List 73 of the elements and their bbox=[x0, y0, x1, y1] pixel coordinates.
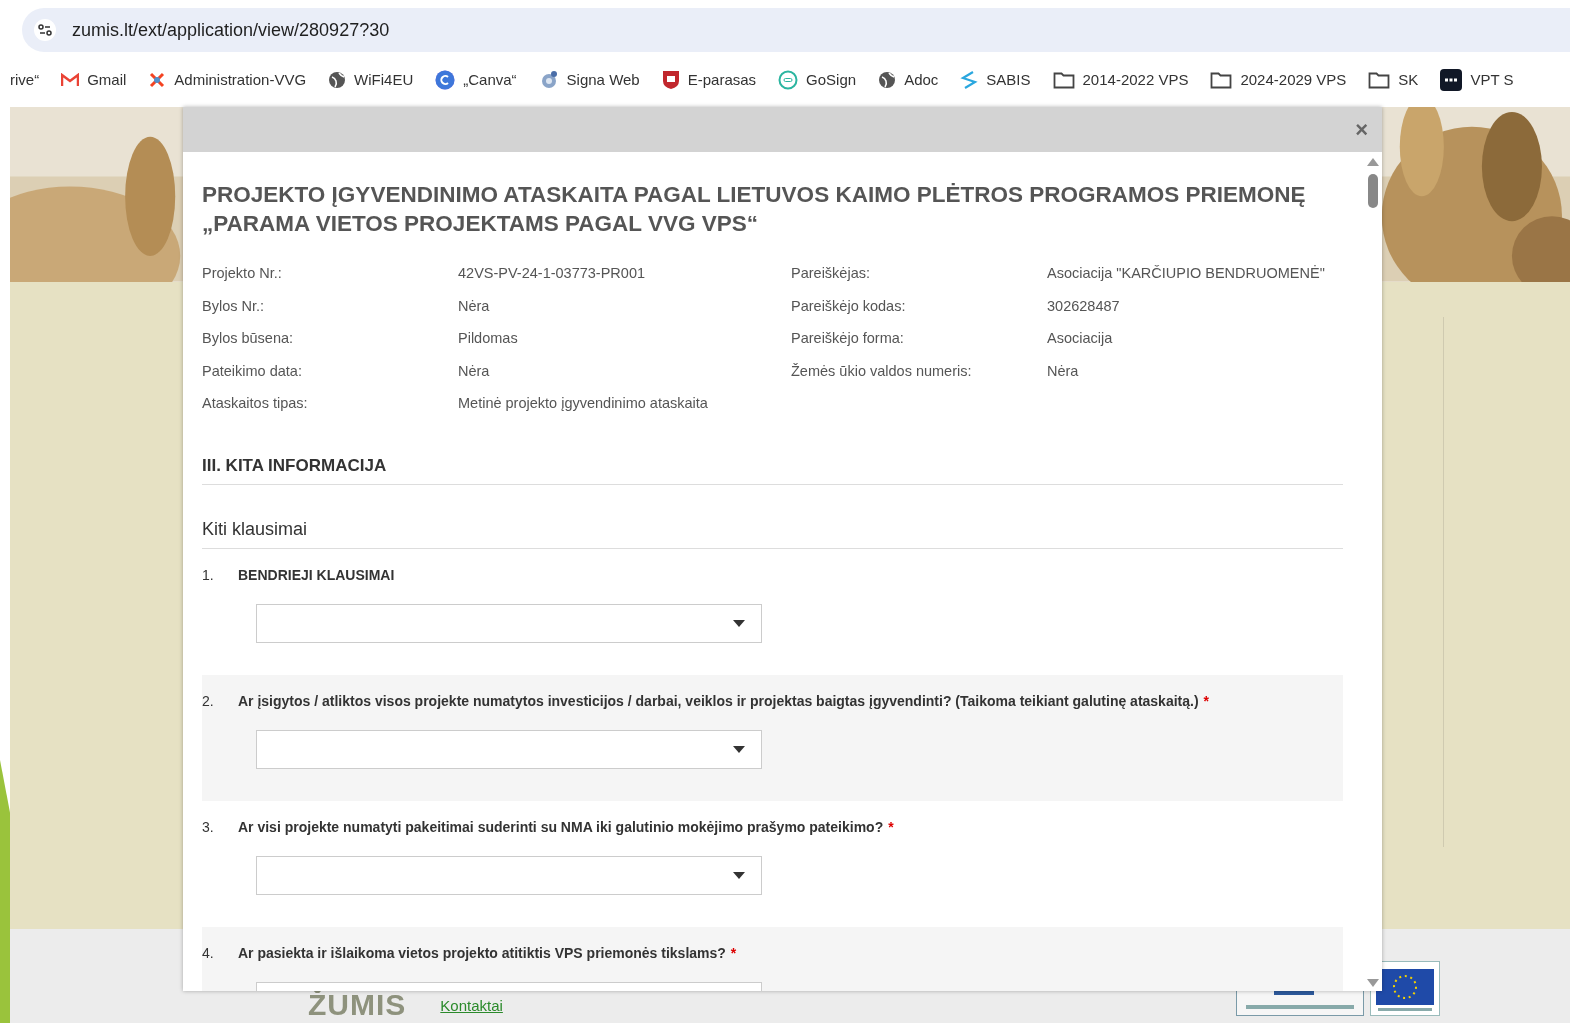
caret-icon bbox=[733, 745, 745, 753]
mail-icon bbox=[61, 72, 80, 87]
bookmark[interactable]: SABIS bbox=[960, 69, 1031, 90]
bookmark[interactable]: 2014-2022 VPS bbox=[1052, 70, 1189, 89]
bookmark[interactable]: VPT S bbox=[1440, 68, 1514, 91]
folder-icon bbox=[1210, 70, 1233, 89]
bookmark[interactable]: „Canva“ bbox=[435, 69, 517, 90]
sso-icon bbox=[1440, 68, 1463, 91]
site-settings-icon[interactable] bbox=[34, 19, 56, 41]
close-button[interactable]: × bbox=[1355, 119, 1368, 140]
question-text: Ar įsigytos / atliktos visos projekte numatytos investicijos / darbai, veiklos ir projektas baigtas įgyvendinti? (Taikoma teikiant galutinę ataskaitą.) bbox=[238, 692, 1199, 709]
scroll-down-icon[interactable] bbox=[1366, 979, 1379, 987]
bookmark[interactable]: SK bbox=[1368, 70, 1419, 89]
dropdown[interactable] bbox=[256, 603, 762, 643]
bookmark[interactable]: WiFi4EU bbox=[328, 70, 414, 89]
bookmark[interactable]: E-parasas bbox=[661, 69, 757, 90]
field-label: Bylos būsena: bbox=[202, 329, 295, 348]
field-label: Žemės ūkio valdos numeris: bbox=[791, 361, 973, 381]
question-text: Ar visi projekte numatyti pakeitimai suderinti su NMA iki galutinio mokėjimo prašymo pateikimo? bbox=[238, 818, 884, 835]
logo-text: ŽUMIS bbox=[308, 987, 407, 1023]
field-value: 302628487 bbox=[1047, 296, 1121, 316]
field-value: Pildomas bbox=[458, 329, 519, 348]
folder-icon bbox=[1052, 70, 1075, 89]
field-label: Pareiškėjo forma: bbox=[791, 329, 905, 348]
swirl-icon bbox=[960, 69, 979, 90]
field-label: Pareiškėjas: bbox=[791, 264, 871, 283]
field-value: Metinė projekto įgyvendinimo ataskaita bbox=[458, 394, 709, 413]
subsection-heading: Kiti klausimai bbox=[202, 518, 1343, 549]
caret-icon bbox=[733, 619, 745, 627]
dropdown[interactable] bbox=[256, 729, 762, 769]
scroll-thumb[interactable] bbox=[1367, 174, 1378, 208]
field-value: Asociacija bbox=[1047, 329, 1114, 348]
required-mark: * bbox=[888, 818, 894, 835]
globe-icon bbox=[878, 70, 897, 89]
field-label: Pateikimo data: bbox=[202, 361, 303, 381]
question-number: 2. bbox=[202, 692, 215, 709]
folder-icon bbox=[1368, 70, 1391, 89]
field-label: Bylos Nr.: bbox=[202, 296, 266, 316]
dropdown[interactable] bbox=[256, 855, 762, 895]
required-mark: * bbox=[1203, 692, 1210, 709]
url-text: zumis.lt/ext/application/view/280927?30 bbox=[72, 19, 390, 41]
contacts-link[interactable]: Kontaktai bbox=[440, 997, 503, 1014]
scroll-up-icon[interactable] bbox=[1366, 158, 1379, 166]
field-value: Nėra bbox=[1047, 361, 1080, 381]
bookmark[interactable]: GoSign bbox=[778, 69, 857, 90]
cross-icon bbox=[148, 70, 167, 89]
question-number: 1. bbox=[202, 566, 215, 583]
question-text: Ar pasiekta ir išlaikoma vietos projekto atitiktis VPS priemonės tikslams? bbox=[238, 944, 726, 961]
ring-icon bbox=[778, 69, 799, 90]
field-value: Nėra bbox=[458, 361, 491, 381]
field-value: 42VS-PV-24-1-03773-PR001 bbox=[458, 264, 646, 283]
bookmark[interactable]: Signa Web bbox=[538, 69, 640, 90]
question-number: 4. bbox=[202, 944, 215, 961]
field-value: Nėra bbox=[458, 296, 491, 316]
field-value: Asociacija "KARČIUPIO BENDRUOMENĖ" bbox=[1047, 264, 1326, 283]
question-number: 3. bbox=[202, 818, 215, 835]
required-mark: * bbox=[730, 944, 737, 961]
shield-icon bbox=[661, 69, 680, 90]
field-label: Projekto Nr.: bbox=[202, 264, 283, 283]
bookmark[interactable]: Adoc bbox=[878, 70, 939, 89]
field-label: Ataskaitos tipas: bbox=[202, 394, 309, 413]
c-circle-icon bbox=[435, 69, 456, 90]
caret-icon bbox=[733, 871, 745, 879]
field-label: Pareiškėjo kodas: bbox=[791, 296, 907, 316]
bookmark[interactable]: Administration-VVG bbox=[148, 70, 307, 89]
bookmark[interactable]: 2024-2029 VPS bbox=[1210, 70, 1347, 89]
bookmark[interactable]: rive“ bbox=[10, 71, 40, 88]
section-heading: III. KITA INFORMACIJA bbox=[202, 455, 1343, 485]
dialog-title: PROJEKTO ĮGYVENDINIMO ATASKAITA PAGAL LIETUVOS KAIMO PLĖTROS PROGRAMOS PRIEMONĘ „PARAMA VIETOS PROJEKTAMS PAGAL VVG VPS“ bbox=[202, 181, 1307, 238]
bookmark[interactable]: Gmail bbox=[61, 71, 127, 88]
question-text: BENDRIEJI KLAUSIMAI bbox=[238, 566, 395, 583]
address-bar[interactable]: zumis.lt/ext/application/view/280927?30 bbox=[22, 8, 1570, 52]
globe-icon bbox=[328, 70, 347, 89]
